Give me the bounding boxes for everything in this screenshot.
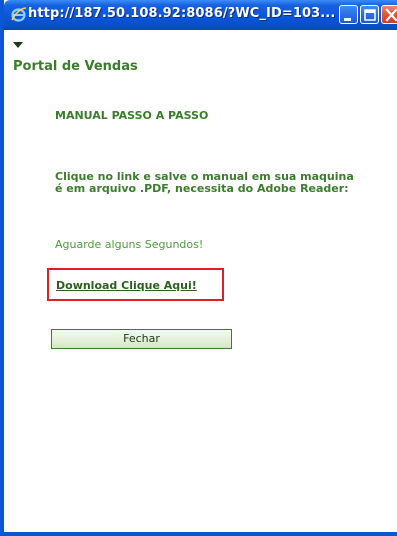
minimize-button[interactable] bbox=[339, 5, 358, 24]
minimize-icon bbox=[344, 18, 351, 21]
download-highlight-box: Download Clique Aqui! bbox=[47, 268, 224, 301]
window-title: http://187.50.108.92:8086/?WC_ID=103... bbox=[28, 6, 336, 21]
close-icon bbox=[385, 8, 397, 22]
internet-explorer-icon bbox=[10, 6, 27, 23]
title-bar[interactable]: http://187.50.108.92:8086/?WC_ID=103... bbox=[4, 0, 397, 30]
wait-message: Aguarde alguns Segundos! bbox=[55, 238, 204, 251]
maximize-icon bbox=[364, 9, 376, 21]
fechar-button[interactable]: Fechar bbox=[51, 329, 232, 349]
portal-title: Portal de Vendas bbox=[13, 59, 138, 74]
download-link[interactable]: Download Clique Aqui! bbox=[56, 279, 197, 292]
maximize-button[interactable] bbox=[360, 5, 379, 24]
menu-arrow-icon[interactable] bbox=[13, 42, 23, 48]
popup-window: http://187.50.108.92:8086/?WC_ID=103... … bbox=[0, 0, 397, 536]
page-content: Portal de Vendas MANUAL PASSO A PASSO Cl… bbox=[8, 30, 397, 532]
close-window-button[interactable] bbox=[381, 5, 397, 24]
instructions-text: Clique no link e salve o manual em sua m… bbox=[55, 170, 354, 195]
manual-title: MANUAL PASSO A PASSO bbox=[55, 109, 209, 122]
